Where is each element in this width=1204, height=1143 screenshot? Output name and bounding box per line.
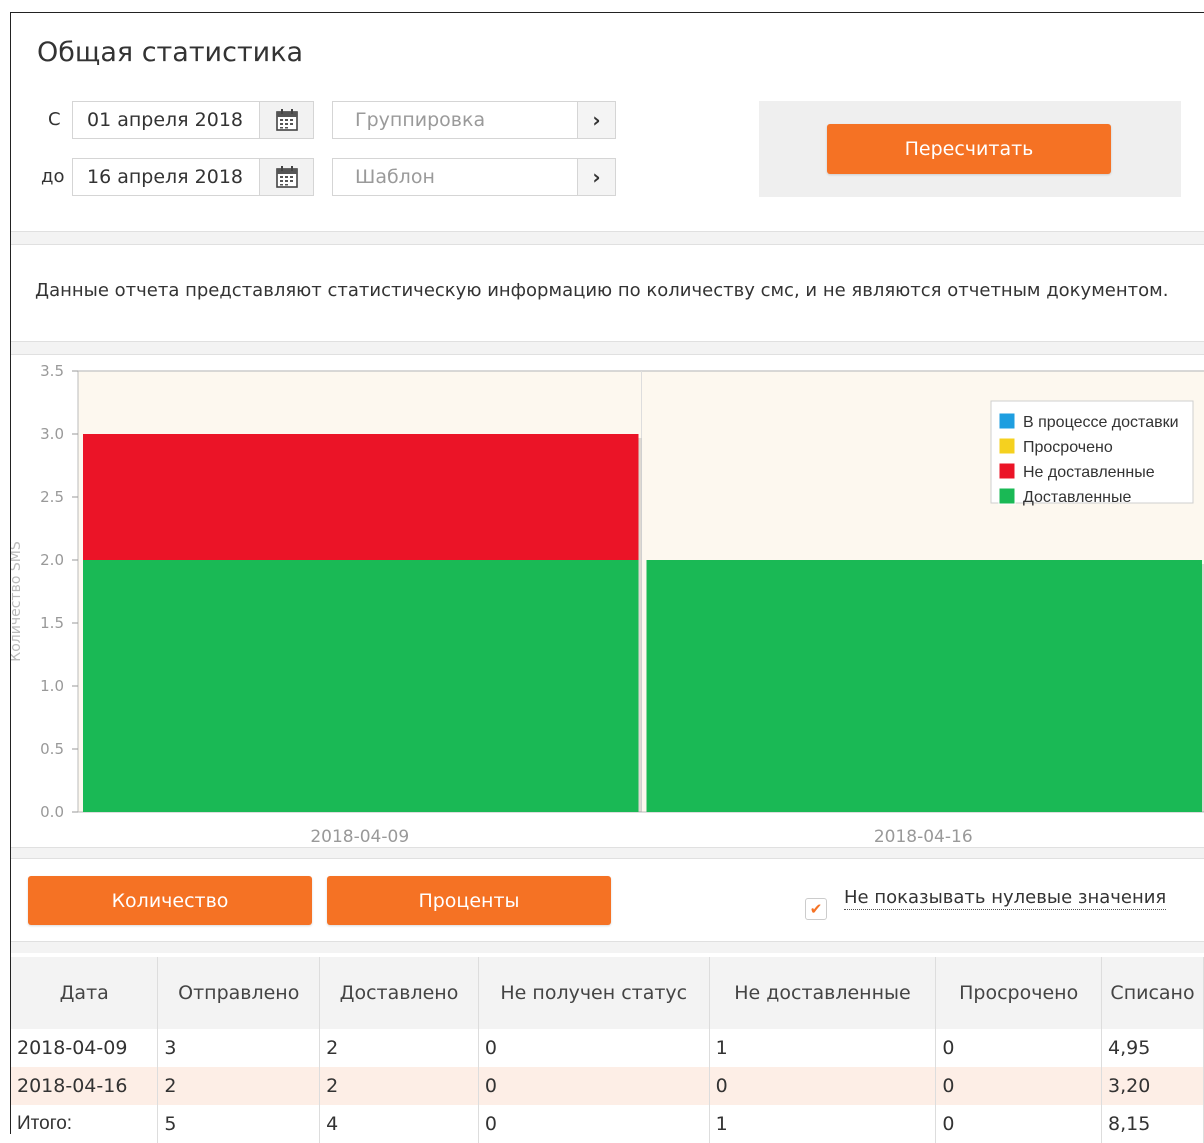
table-row: 2018-04-09 3 2 0 1 0 4,95	[11, 1029, 1204, 1067]
y-tick-label: 3.5	[40, 363, 64, 380]
grouping-placeholder: Группировка	[355, 109, 485, 131]
x-tick-label: 2018-04-09	[310, 827, 409, 847]
stacked-bar-chart: 0.0 0.5 1.0 1.5 2.0 2.5 3.0 3.5 Количество SMS 2…	[11, 363, 1204, 859]
legend-label: Просрочено	[1023, 439, 1113, 456]
count-button[interactable]: Количество	[28, 876, 312, 925]
recalculate-button[interactable]: Пересчитать	[827, 124, 1111, 174]
calendar-icon[interactable]	[259, 102, 313, 138]
table-header-row: Дата Отправлено Доставлено Не получен ст…	[11, 957, 1204, 1029]
to-date-field[interactable]: 16 апреля 2018	[72, 158, 314, 196]
bar-segment	[83, 434, 639, 560]
cell-delivered: 2	[320, 1029, 479, 1067]
legend-swatch	[999, 463, 1015, 479]
cell-undelivered: 1	[709, 1029, 936, 1067]
y-tick-label: 0.5	[40, 740, 64, 758]
section-divider	[11, 847, 1204, 859]
table-row: 2018-04-16 2 2 0 0 0 3,20	[11, 1067, 1204, 1105]
to-label: до	[41, 166, 64, 187]
cell-date: 2018-04-16	[11, 1067, 158, 1105]
legend-label: Не доставленные	[1023, 464, 1155, 481]
chevron-right-icon[interactable]: ›	[577, 159, 615, 195]
y-tick-label: 2.0	[40, 551, 64, 569]
cell-no-status: 0	[478, 1067, 709, 1105]
y-tick-label: 1.0	[40, 677, 64, 695]
cell-expired: 0	[936, 1067, 1102, 1105]
calendar-icon[interactable]	[259, 159, 313, 195]
from-date-field[interactable]: 01 апреля 2018	[72, 101, 314, 139]
checkmark-icon: ✔	[810, 900, 823, 918]
report-notice: Данные отчета представляют статистическу…	[35, 280, 1168, 301]
column-header-undelivered[interactable]: Не доставленные	[709, 957, 936, 1029]
y-tick-label: 0.0	[40, 803, 64, 821]
cell-date: 2018-04-09	[11, 1029, 158, 1067]
template-select[interactable]: Шаблон ›	[332, 158, 616, 196]
cell-no-status: 0	[478, 1029, 709, 1067]
legend-label: В процессе доставки	[1023, 414, 1179, 431]
cell-sent: 5	[158, 1105, 320, 1143]
section-divider	[11, 231, 1204, 245]
from-label: С	[48, 109, 61, 130]
cell-expired: 0	[936, 1105, 1102, 1143]
cell-expired: 0	[936, 1029, 1102, 1067]
section-divider	[11, 341, 1204, 355]
column-header-sent[interactable]: Отправлено	[158, 957, 320, 1029]
chevron-right-icon[interactable]: ›	[577, 102, 615, 138]
legend-label: Доставленные	[1023, 489, 1132, 506]
grouping-select[interactable]: Группировка ›	[332, 101, 616, 139]
to-date-value: 16 апреля 2018	[87, 166, 243, 188]
y-tick-label: 1.5	[40, 614, 64, 632]
column-header-charged[interactable]: Списано	[1102, 957, 1204, 1029]
cell-delivered: 4	[320, 1105, 479, 1143]
y-axis-title: Количество SMS	[11, 541, 24, 662]
cell-total-label: Итого:	[11, 1105, 158, 1143]
statistics-table: Дата Отправлено Доставлено Не получен ст…	[11, 957, 1204, 1143]
column-header-date[interactable]: Дата	[11, 957, 158, 1029]
hide-zero-checkbox[interactable]: ✔	[805, 898, 827, 920]
table-total-row: Итого: 5 4 0 1 0 8,15	[11, 1105, 1204, 1143]
cell-no-status: 0	[478, 1105, 709, 1143]
template-placeholder: Шаблон	[355, 166, 435, 188]
legend-swatch	[999, 438, 1015, 454]
page-title: Общая статистика	[37, 37, 303, 68]
cell-charged: 8,15	[1102, 1105, 1204, 1143]
bar-segment	[647, 560, 1203, 812]
cell-delivered: 2	[320, 1067, 479, 1105]
column-header-no-status[interactable]: Не получен статус	[478, 957, 709, 1029]
percent-button[interactable]: Проценты	[327, 876, 611, 925]
cell-charged: 3,20	[1102, 1067, 1204, 1105]
section-divider	[11, 941, 1204, 953]
legend-swatch	[999, 413, 1015, 429]
cell-sent: 2	[158, 1067, 320, 1105]
column-header-delivered[interactable]: Доставлено	[320, 957, 479, 1029]
cell-charged: 4,95	[1102, 1029, 1204, 1067]
from-date-value: 01 апреля 2018	[87, 109, 243, 131]
cell-sent: 3	[158, 1029, 320, 1067]
y-tick-label: 2.5	[40, 488, 64, 506]
y-tick-label: 3.0	[40, 425, 64, 443]
statistics-page: Общая статистика С 01 апреля 2018 Группи…	[10, 12, 1204, 1134]
cell-undelivered: 1	[709, 1105, 936, 1143]
bar-segment	[83, 560, 639, 812]
hide-zero-label[interactable]: Не показывать нулевые значения	[844, 887, 1166, 910]
legend-swatch	[999, 488, 1015, 504]
cell-undelivered: 0	[709, 1067, 936, 1105]
x-tick-label: 2018-04-16	[874, 827, 973, 847]
column-header-expired[interactable]: Просрочено	[936, 957, 1102, 1029]
